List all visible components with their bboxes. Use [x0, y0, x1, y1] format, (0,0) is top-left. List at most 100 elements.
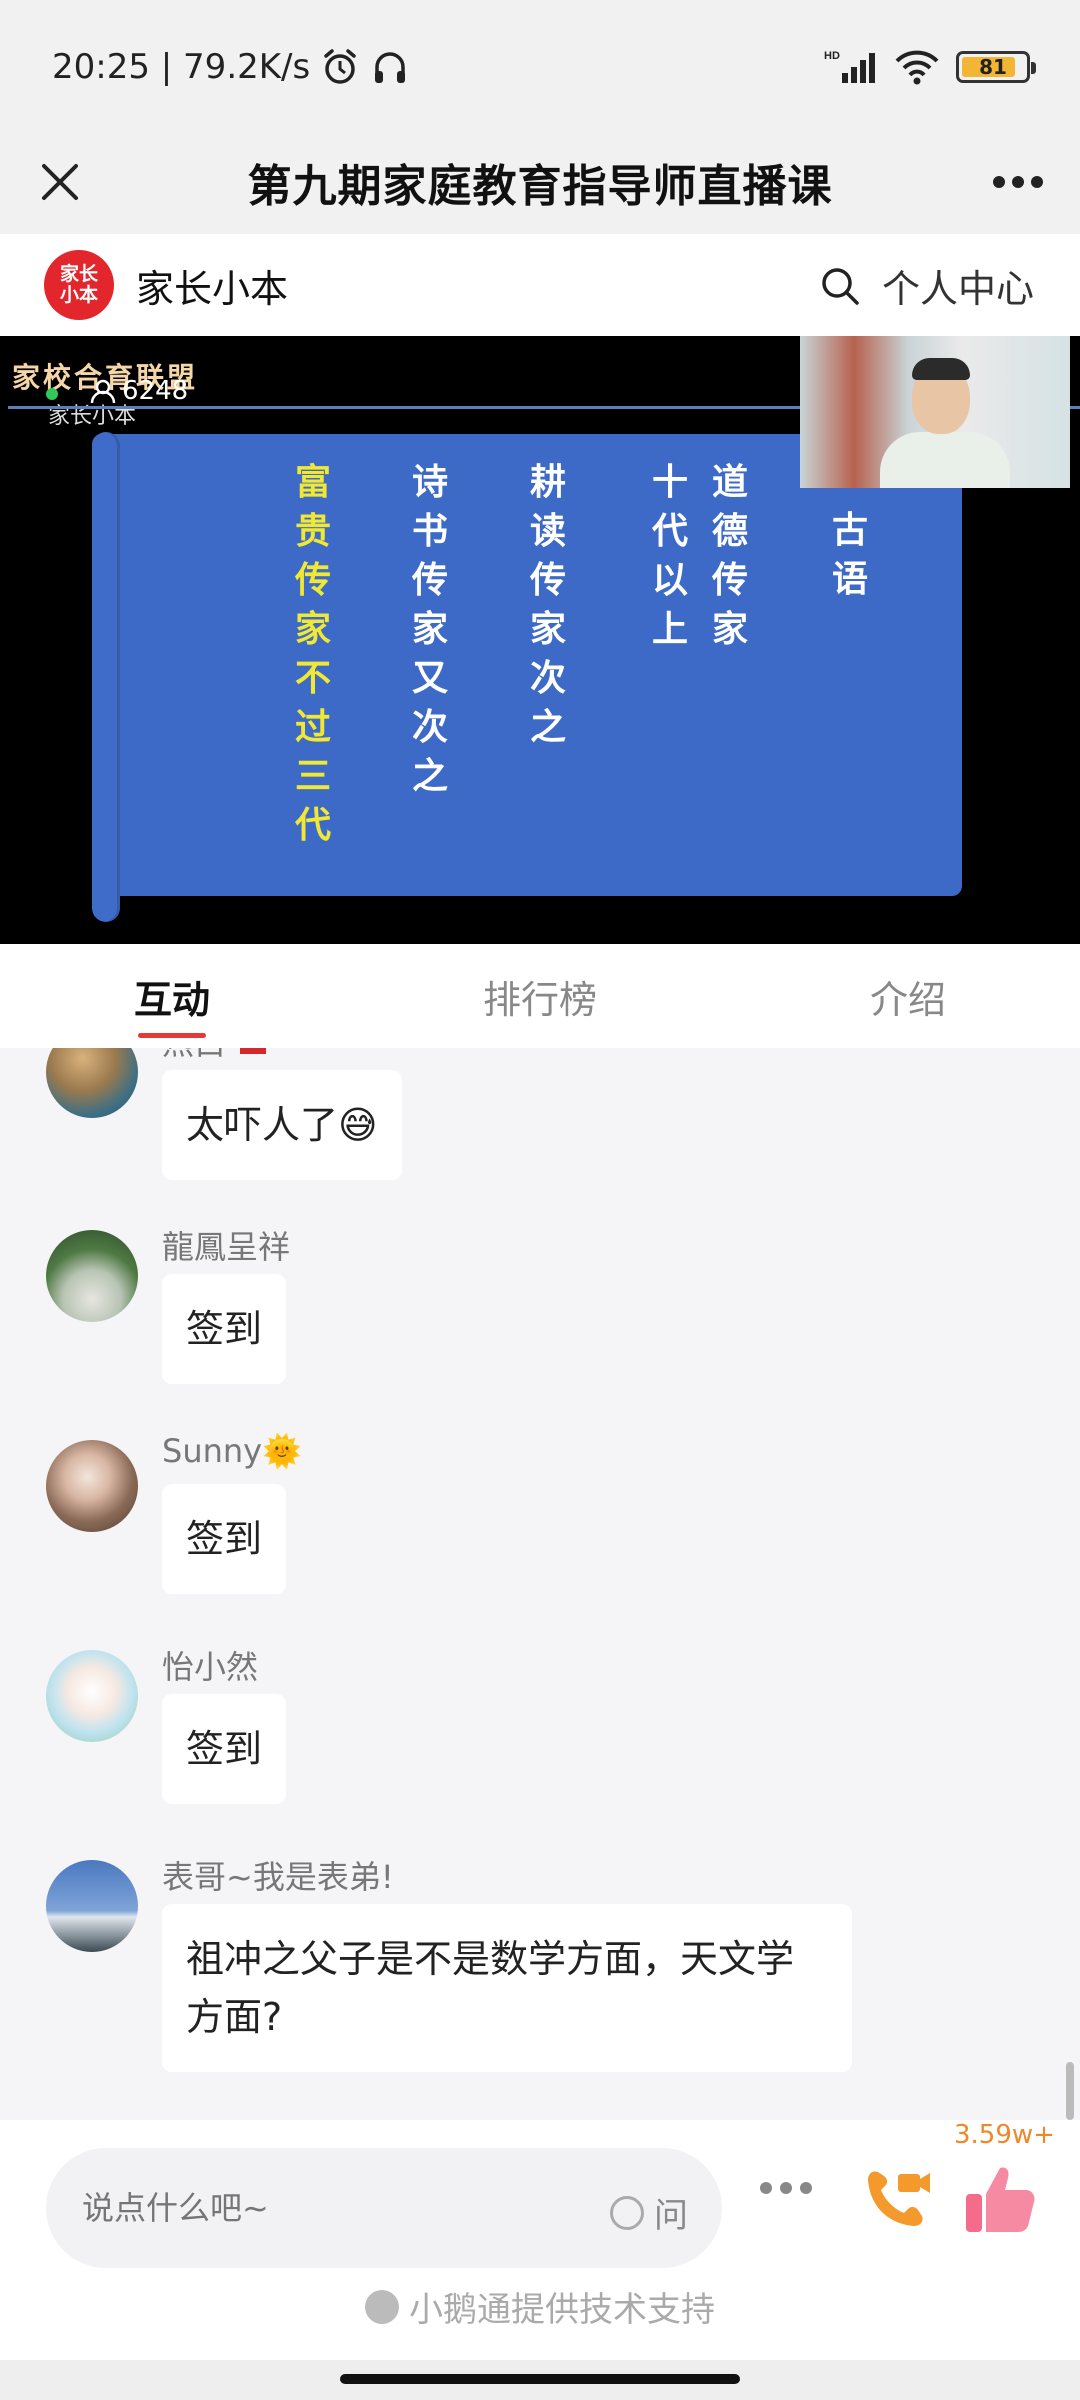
- xiaoe-logo-icon: [365, 2289, 399, 2324]
- thumbs-up-icon[interactable]: [960, 2160, 1040, 2240]
- slide-char: 道: [711, 461, 748, 503]
- avatar[interactable]: [46, 1230, 138, 1322]
- tab-intro[interactable]: 介绍: [675, 944, 1080, 1048]
- slide-char: 富: [294, 461, 331, 503]
- slide-char: 家: [711, 608, 748, 650]
- slide-char: 代: [651, 510, 688, 552]
- slide-char: 耕: [529, 461, 566, 503]
- dot-icon: [780, 2182, 792, 2194]
- slide-char: 古: [831, 509, 868, 551]
- slide-char: 上: [651, 608, 688, 650]
- tech-support-note: 小鹅通提供技术支持: [0, 2282, 1080, 2331]
- slide-char: 语: [831, 558, 868, 600]
- slide-char: 次: [529, 657, 566, 699]
- brand-actions: 个人中心: [820, 258, 1034, 313]
- tab-leaderboard-label: 排行榜: [483, 977, 598, 1022]
- message-sender-name: 龍鳳呈祥: [162, 1228, 291, 1266]
- brand-logo[interactable]: 家长 小本: [44, 250, 114, 320]
- viewer-count-value: 6248: [122, 376, 189, 406]
- chat-list[interactable]: 燕白 太吓人了😅 龍鳳呈祥 签到 Sunny🌞 签到 怡小然 签到 表哥~我是表…: [0, 1048, 1080, 2120]
- slide-char: 三: [294, 755, 331, 797]
- presenter-hair: [912, 358, 970, 380]
- tab-leaderboard[interactable]: 排行榜: [405, 944, 676, 1048]
- comment-input-box[interactable]: 问: [46, 2148, 722, 2268]
- slide-char: 传: [294, 559, 331, 601]
- presenter-camera[interactable]: [800, 336, 1070, 488]
- home-indicator-area: [0, 2360, 1080, 2400]
- tab-interaction-label: 互动: [134, 977, 211, 1022]
- message-bubble: 签到: [162, 1694, 287, 1804]
- page: 20:25 | 79.2K/s HD 81 第九期家庭教育指导师直播课 家长 小…: [0, 0, 1080, 2400]
- message-sender: 燕白: [162, 1048, 267, 1064]
- slide-char: 贵: [294, 510, 331, 552]
- status-right: HD 81: [824, 44, 1036, 90]
- like-count: 3.59w+: [954, 2120, 1055, 2150]
- slide-text-column: 道德传家: [700, 458, 760, 654]
- slide-char: 家: [529, 608, 566, 650]
- ask-label: 问: [654, 2196, 688, 2236]
- active-tab-indicator: [138, 1033, 206, 1038]
- personal-center-link[interactable]: 个人中心: [882, 258, 1034, 313]
- tab-interaction[interactable]: 互动: [0, 944, 405, 1048]
- user-icon: [90, 379, 116, 404]
- avatar[interactable]: [46, 1860, 138, 1952]
- tab-intro-label: 介绍: [870, 977, 947, 1022]
- message-sender-name: 燕白: [162, 1048, 226, 1062]
- slide-char: 读: [529, 510, 566, 552]
- message-bubble: 祖冲之父子是不是数学方面，天文学 方面?: [162, 1904, 852, 2072]
- tech-support-text: 小鹅通提供技术支持: [409, 2290, 715, 2330]
- slide-char: 不: [294, 657, 331, 699]
- home-indicator[interactable]: [340, 2374, 740, 2384]
- avatar[interactable]: [46, 1650, 138, 1742]
- more-menu-button[interactable]: [988, 152, 1048, 212]
- close-button[interactable]: [30, 152, 90, 212]
- status-time: 20:25 | 79.2K/s: [52, 47, 311, 87]
- live-dot: [46, 388, 58, 400]
- page-title: 第九期家庭教育指导师直播课: [247, 161, 833, 212]
- slide-text-column: 十代以上: [640, 458, 700, 654]
- radio-circle-icon: [610, 2195, 644, 2230]
- title-bar: 第九期家庭教育指导师直播课: [0, 130, 1080, 234]
- brand-bar: 家长 小本 家长小本 个人中心: [0, 234, 1080, 336]
- slide-text-column: 古语: [820, 506, 880, 604]
- headphones-icon: [375, 52, 406, 83]
- avatar[interactable]: [46, 1048, 138, 1118]
- slide-char: 德: [711, 510, 748, 552]
- avatar[interactable]: [46, 1440, 138, 1532]
- comment-input[interactable]: [46, 2189, 546, 2227]
- viewer-count: 6248: [90, 376, 188, 406]
- dot-icon: [760, 2182, 772, 2194]
- message-sender-name: 表哥~我是表弟!: [162, 1858, 394, 1896]
- dot-icon: [800, 2182, 812, 2194]
- slide-char: 过: [294, 706, 331, 748]
- slide-scroll-rod: [92, 432, 120, 922]
- svg-text:HD: HD: [824, 50, 840, 62]
- battery-icon: 81: [956, 51, 1036, 83]
- slide-char: 传: [529, 559, 566, 601]
- brand-logo-text-2: 小本: [59, 284, 98, 306]
- slide-char: 书: [411, 510, 448, 552]
- slide-char: 家: [411, 608, 448, 650]
- slide-char: 代: [294, 804, 331, 846]
- message-sender-name: Sunny🌞: [162, 1432, 302, 1470]
- slide-char: 传: [411, 559, 448, 601]
- presenter-body: [880, 432, 1010, 488]
- chat-scrollbar[interactable]: [1066, 2062, 1074, 2120]
- slide-text-column: 诗书传家又次之: [400, 458, 460, 801]
- search-icon[interactable]: [820, 266, 860, 306]
- brand-logo-text-1: 家长: [59, 263, 98, 285]
- brand-name[interactable]: 家长小本: [136, 258, 288, 313]
- live-video[interactable]: 家校合育联盟 家长小本 6248 富贵传家不过三代诗书传家又次之耕读传家次之十代…: [0, 336, 1080, 944]
- ask-question-toggle[interactable]: 问: [610, 2188, 688, 2237]
- battery-level: 81: [979, 55, 1007, 79]
- message-bubble: 签到: [162, 1484, 287, 1594]
- slide-text-column: 耕读传家次之: [518, 458, 578, 752]
- message-text-line: 祖冲之父子是不是数学方面，天文学: [186, 1937, 795, 1981]
- message-sender-name: 怡小然: [162, 1648, 259, 1686]
- more-options-button[interactable]: [760, 2182, 812, 2194]
- slide-char: 之: [529, 706, 566, 748]
- slide-char: 又: [411, 657, 448, 699]
- video-call-icon[interactable]: [858, 2160, 938, 2240]
- signal-icon: HD: [824, 50, 875, 83]
- message-text-line: 方面?: [186, 1995, 283, 2039]
